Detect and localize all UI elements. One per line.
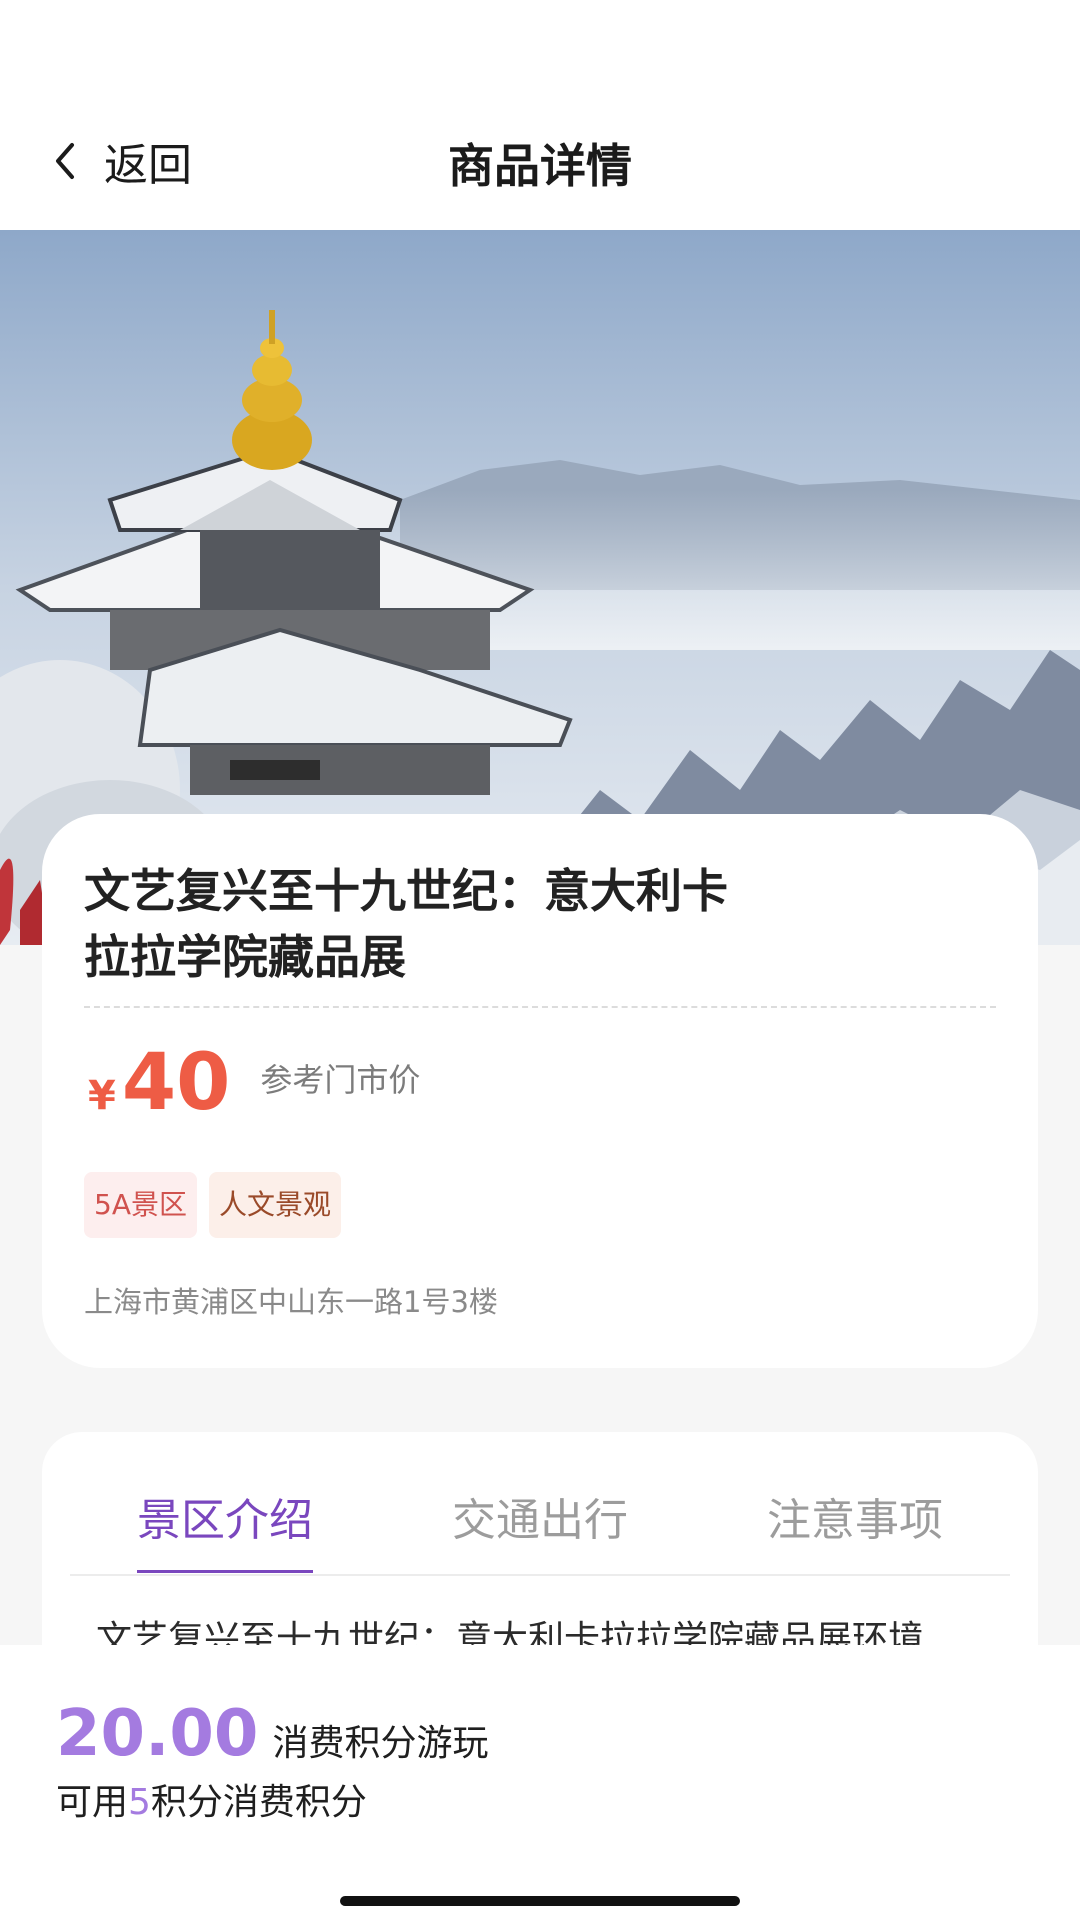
address: 上海市黄浦区中山东一路1号3楼: [84, 1285, 498, 1319]
tag-list: 5A景区 人文景观: [84, 1172, 353, 1238]
tag-culture: 人文景观: [208, 1172, 341, 1238]
active-tab-indicator: [137, 1570, 313, 1573]
points-label: 消费积分游玩: [272, 1723, 489, 1764]
price-note: 参考门市价: [260, 1061, 421, 1099]
available-number: 5: [128, 1782, 151, 1823]
product-info-card: 文艺复兴至十九世纪：意大利卡 拉拉学院藏品展 ¥ 40 参考门市价 5A景区 人…: [42, 814, 1038, 1368]
bottom-points-bar: 20.00 消费积分游玩 可用5积分消费积分: [0, 1645, 1080, 1920]
top-nav-bar: 返回 商品详情: [0, 0, 1080, 230]
currency-symbol: ¥: [88, 1073, 116, 1119]
product-title-line-2: 拉拉学院藏品展: [84, 930, 406, 984]
price: 40: [121, 1038, 231, 1128]
page-title: 商品详情: [448, 139, 632, 193]
product-title-line-1: 文艺复兴至十九世纪：意大利卡: [84, 864, 728, 918]
price-row: ¥ 40 参考门市价: [88, 1038, 420, 1128]
dashed-divider: [84, 1006, 996, 1008]
tag-5a: 5A景区: [84, 1172, 197, 1238]
available-suffix: 积分消费积分: [150, 1782, 367, 1823]
available-points: 可用5积分消费积分: [56, 1773, 367, 1825]
tab-transport[interactable]: 交通出行: [452, 1484, 628, 1548]
product-title: 文艺复兴至十九世纪：意大利卡 拉拉学院藏品展: [84, 858, 844, 990]
points-value: 20.00: [56, 1697, 259, 1771]
tab-bar: 景区介绍 交通出行 注意事项: [42, 1484, 1038, 1554]
points-line: 20.00 消费积分游玩: [56, 1697, 488, 1771]
tab-notice[interactable]: 注意事项: [767, 1484, 943, 1548]
tab-intro[interactable]: 景区介绍: [137, 1484, 313, 1548]
home-indicator[interactable]: [340, 1896, 740, 1906]
tabs-divider: [70, 1574, 1010, 1576]
available-prefix: 可用: [56, 1782, 129, 1823]
